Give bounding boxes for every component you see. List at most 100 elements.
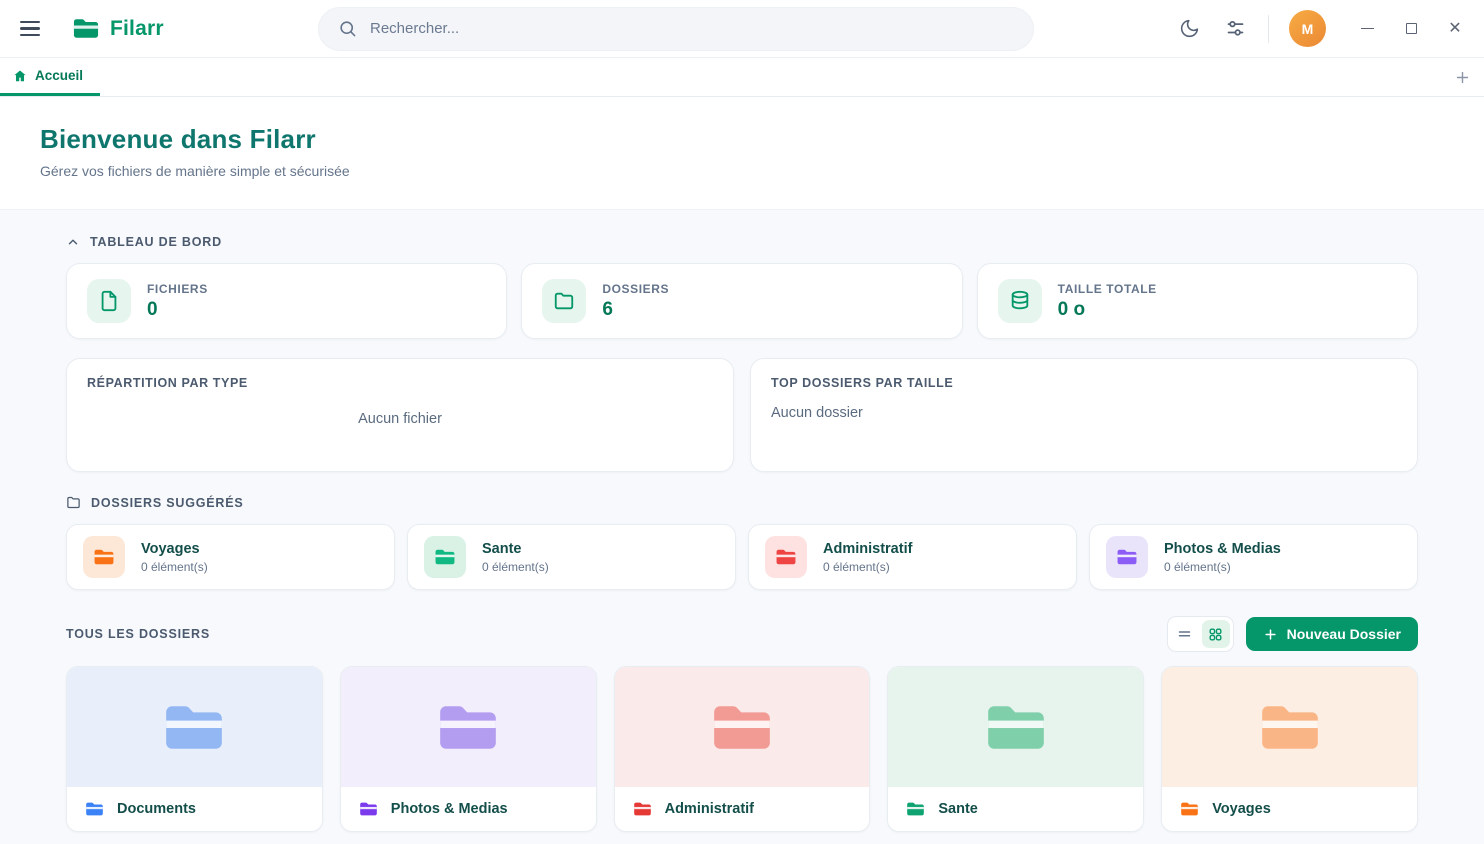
view-toggle <box>1167 616 1234 652</box>
tab-accueil[interactable]: Accueil <box>0 58 100 96</box>
stat-label: DOSSIERS <box>602 282 669 296</box>
dark-mode-moon-icon[interactable] <box>1176 16 1202 42</box>
search-bar[interactable] <box>318 7 1034 51</box>
folder-name: Sante <box>938 801 978 817</box>
close-button[interactable]: ✕ <box>1440 14 1470 44</box>
folder-preview <box>341 667 596 787</box>
new-folder-button[interactable]: Nouveau Dossier <box>1246 617 1418 651</box>
topbar-left: Filarr <box>20 17 318 41</box>
dashboard-section-title: TABLEAU DE BORD <box>90 235 222 249</box>
folder-name: Photos & Medias <box>1164 541 1281 557</box>
folder-name: Voyages <box>1212 801 1271 817</box>
folder-icon <box>359 801 378 817</box>
page-subtitle: Gérez vos fichiers de manière simple et … <box>40 163 1444 179</box>
folders-grid: Documents Photos & Medias <box>66 666 1418 832</box>
panel-top-folders: TOP DOSSIERS PAR TAILLE Aucun dossier <box>750 358 1418 472</box>
folder-icon <box>633 801 652 817</box>
stat-card-files: FICHIERS 0 <box>66 263 507 339</box>
folder-name: Administratif <box>665 801 754 817</box>
folder-card-sante[interactable]: Sante <box>887 666 1144 832</box>
suggested-folder-sante[interactable]: Sante 0 élément(s) <box>407 524 736 590</box>
folder-preview <box>888 667 1143 787</box>
suggested-section-title: DOSSIERS SUGGÉRÉS <box>91 496 244 510</box>
folder-count: 0 élément(s) <box>823 560 912 574</box>
file-icon <box>87 279 131 323</box>
panel-title: TOP DOSSIERS PAR TAILLE <box>771 376 1397 390</box>
suggested-folders-row: Voyages 0 élément(s) Sante 0 élément(s) <box>66 524 1418 590</box>
plus-icon <box>1263 627 1278 642</box>
maximize-button[interactable] <box>1396 14 1426 44</box>
empty-state-text: Aucun dossier <box>771 405 1397 421</box>
app-window: Filarr M ✕ <box>0 0 1484 844</box>
app-title: Filarr <box>110 17 164 41</box>
folder-card-photos[interactable]: Photos & Medias <box>340 666 597 832</box>
folder-name: Administratif <box>823 541 912 557</box>
app-logo: Filarr <box>72 17 164 41</box>
folder-icon <box>542 279 586 323</box>
folder-name: Documents <box>117 801 196 817</box>
folder-icon <box>906 801 925 817</box>
user-avatar[interactable]: M <box>1289 10 1326 47</box>
topbar-divider <box>1268 15 1269 43</box>
topbar-right: M ✕ <box>1176 10 1470 47</box>
list-view-button[interactable] <box>1171 620 1199 648</box>
suggested-folder-administratif[interactable]: Administratif 0 élément(s) <box>748 524 1077 590</box>
welcome-header: Bienvenue dans Filarr Gérez vos fichiers… <box>0 97 1484 209</box>
stats-row: FICHIERS 0 DOSSIERS 6 TAILLE TOTALE <box>66 263 1418 339</box>
folder-card-administratif[interactable]: Administratif <box>614 666 871 832</box>
panel-title: RÉPARTITION PAR TYPE <box>87 376 713 390</box>
folder-icon <box>83 536 125 578</box>
stat-value: 6 <box>602 299 669 321</box>
search-icon <box>338 19 357 38</box>
tab-label: Accueil <box>35 68 83 83</box>
logo-folder-icon <box>72 17 100 40</box>
folder-name: Voyages <box>141 541 208 557</box>
tab-bar: Accueil <box>0 58 1484 97</box>
folder-icon <box>1180 801 1199 817</box>
window-controls: ✕ <box>1352 14 1470 44</box>
suggested-section-header: DOSSIERS SUGGÉRÉS <box>66 495 1418 510</box>
hamburger-menu-icon[interactable] <box>20 18 46 40</box>
new-folder-label: Nouveau Dossier <box>1287 626 1401 642</box>
folder-icon <box>1106 536 1148 578</box>
folder-count: 0 élément(s) <box>1164 560 1281 574</box>
folder-icon <box>424 536 466 578</box>
folder-icon <box>85 801 104 817</box>
folder-outline-icon <box>66 495 81 510</box>
new-tab-button[interactable] <box>1440 58 1484 96</box>
chevron-up-icon <box>66 235 80 249</box>
folder-preview <box>67 667 322 787</box>
page-title: Bienvenue dans Filarr <box>40 124 1444 155</box>
folder-card-voyages[interactable]: Voyages <box>1161 666 1418 832</box>
search-input[interactable] <box>370 20 1014 37</box>
top-bar: Filarr M ✕ <box>0 0 1484 58</box>
panel-type-distribution: RÉPARTITION PAR TYPE Aucun fichier <box>66 358 734 472</box>
dashboard-panels: RÉPARTITION PAR TYPE Aucun fichier TOP D… <box>66 358 1418 472</box>
all-folders-actions: Nouveau Dossier <box>1167 616 1418 652</box>
grid-view-button[interactable] <box>1202 620 1230 648</box>
folder-icon <box>765 536 807 578</box>
stat-card-total-size: TAILLE TOTALE 0 o <box>977 263 1418 339</box>
folder-name: Sante <box>482 541 549 557</box>
suggested-folder-voyages[interactable]: Voyages 0 élément(s) <box>66 524 395 590</box>
stat-card-folders: DOSSIERS 6 <box>521 263 962 339</box>
stat-value: 0 <box>147 299 208 321</box>
stat-label: TAILLE TOTALE <box>1058 282 1157 296</box>
dashboard-section-header[interactable]: TABLEAU DE BORD <box>66 235 1418 249</box>
folder-card-documents[interactable]: Documents <box>66 666 323 832</box>
settings-sliders-icon[interactable] <box>1222 16 1248 42</box>
all-folders-section-title: TOUS LES DOSSIERS <box>66 627 210 641</box>
stat-value: 0 o <box>1058 299 1157 321</box>
folder-count: 0 élément(s) <box>482 560 549 574</box>
database-icon <box>998 279 1042 323</box>
folder-preview <box>1162 667 1417 787</box>
empty-state-text: Aucun fichier <box>358 411 442 427</box>
home-icon <box>13 69 27 83</box>
suggested-folder-photos[interactable]: Photos & Medias 0 élément(s) <box>1089 524 1418 590</box>
folder-preview <box>615 667 870 787</box>
main-content: TABLEAU DE BORD FICHIERS 0 DOSSIERS 6 <box>0 209 1484 844</box>
all-folders-header: TOUS LES DOSSIERS Nouveau Dossier <box>66 616 1418 652</box>
minimize-button[interactable] <box>1352 14 1382 44</box>
folder-name: Photos & Medias <box>391 801 508 817</box>
stat-label: FICHIERS <box>147 282 208 296</box>
